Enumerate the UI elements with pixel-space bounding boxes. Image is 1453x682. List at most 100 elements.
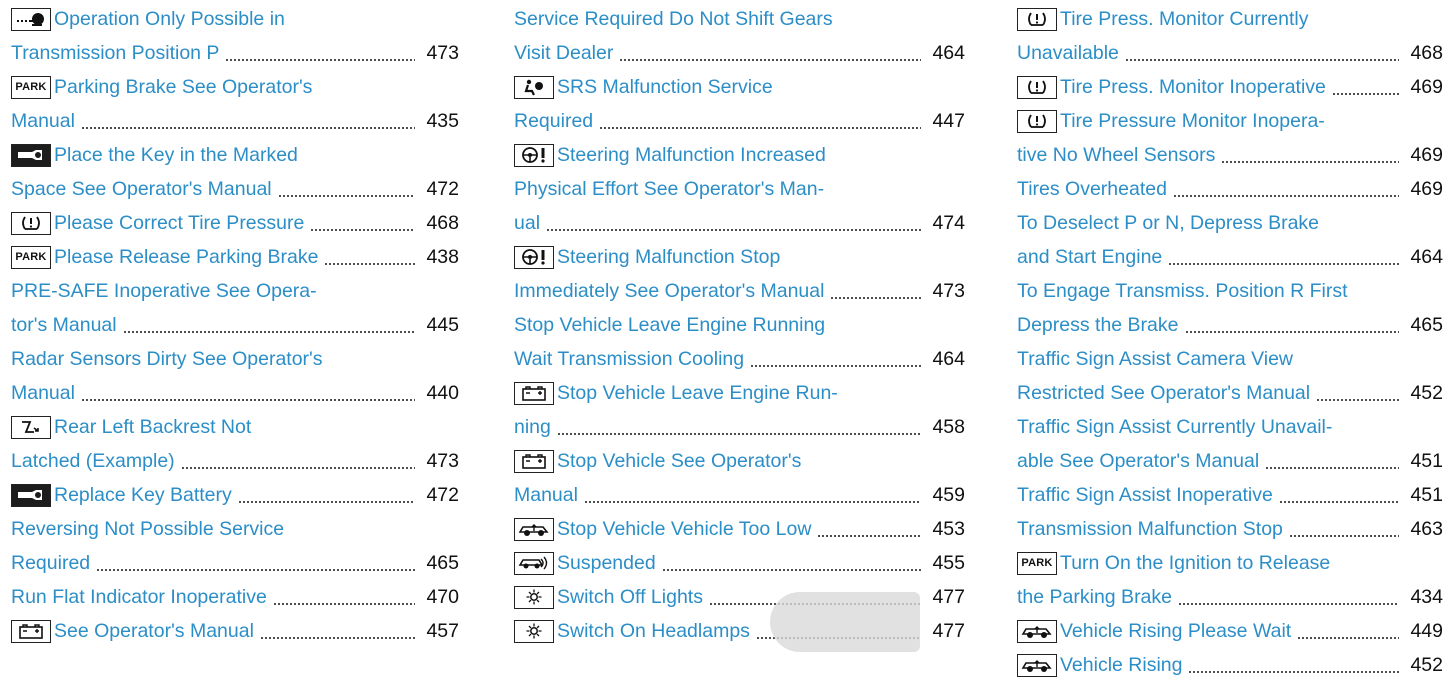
entry-text[interactable]: Run Flat Indicator Inoperative [11,580,267,614]
entry-text[interactable]: Please Correct Tire Pressure [54,206,304,240]
page-number: 434 [1410,586,1443,608]
entry-text[interactable]: Parking Brake See Operator's [54,70,312,104]
entry-text[interactable]: Wait Transmission Cooling [514,342,744,376]
index-entry-line[interactable]: Immediately See Operator's Manual 473 [514,274,965,308]
index-entry-line[interactable]: and Start Engine 464 [1017,240,1443,274]
entry-text[interactable]: Vehicle Rising [1060,648,1182,682]
entry-text[interactable]: Steering Malfunction Stop [557,240,780,274]
battery-icon [514,381,554,405]
index-entry-line[interactable]: Please Correct Tire Pressure 468 [11,206,459,240]
entry-text[interactable]: Traffic Sign Assist Camera View [1017,342,1293,376]
entry-text[interactable]: SRS Malfunction Service [557,70,773,104]
entry-text[interactable]: Traffic Sign Assist Currently Unavail- [1017,410,1332,444]
index-entry-line[interactable]: See Operator's Manual 457 [11,614,459,648]
index-entry-line[interactable]: Vehicle Rising 452 [1017,648,1443,682]
index-entry-line[interactable]: Replace Key Battery 472 [11,478,459,512]
index-entry-line[interactable]: Unavailable 468 [1017,36,1443,70]
entry-text[interactable]: tive No Wheel Sensors [1017,138,1215,172]
index-entry-line[interactable]: able See Operator's Manual 451 [1017,444,1443,478]
page-number: 464 [932,42,965,64]
index-entry-line[interactable]: Suspended 455 [514,546,965,580]
entry-text[interactable]: Tire Press. Monitor Currently [1060,2,1309,36]
page-number: 445 [426,314,459,336]
entry-text[interactable]: Tires Overheated [1017,172,1167,206]
entry-text[interactable]: the Parking Brake [1017,580,1172,614]
entry-text[interactable]: Radar Sensors Dirty See Operator's [11,342,323,376]
entry-text[interactable]: Stop Vehicle Leave Engine Running [514,308,825,342]
entry-text[interactable]: To Deselect P or N, Depress Brake [1017,206,1319,240]
index-entry-line[interactable]: Vehicle Rising Please Wait 449 [1017,614,1443,648]
index-entry-line[interactable]: Run Flat Indicator Inoperative 470 [11,580,459,614]
page-number: 453 [932,518,965,540]
entry-text[interactable]: ual [514,206,540,240]
entry-text[interactable]: and Start Engine [1017,240,1162,274]
entry-text[interactable]: Required [514,104,593,138]
index-entry-line[interactable]: Transmission Malfunction Stop 463 [1017,512,1443,546]
entry-text[interactable]: To Engage Transmiss. Position R First [1017,274,1348,308]
entry-text[interactable]: Transmission Position P [11,36,219,70]
entry-text[interactable]: Latched (Example) [11,444,175,478]
index-entry-line[interactable]: tive No Wheel Sensors 469 [1017,138,1443,172]
entry-text[interactable]: able See Operator's Manual [1017,444,1259,478]
entry-text[interactable]: Suspended [557,546,656,580]
entry-text[interactable]: Switch On Headlamps [557,614,750,648]
entry-text[interactable]: Please Release Parking Brake [54,240,318,274]
index-entry-line[interactable]: the Parking Brake 434 [1017,580,1443,614]
entry-text[interactable]: Required [11,546,90,580]
entry-text[interactable]: Traffic Sign Assist Inoperative [1017,478,1273,512]
entry-text[interactable]: See Operator's Manual [54,614,254,648]
entry-text[interactable]: Replace Key Battery [54,478,232,512]
entry-text[interactable]: Switch Off Lights [557,580,703,614]
index-entry-line[interactable]: PARK Please Release Parking Brake 438 [11,240,459,274]
entry-text[interactable]: tor's Manual [11,308,117,342]
index-entry-line[interactable]: Wait Transmission Cooling 464 [514,342,965,376]
entry-text[interactable]: Stop Vehicle Vehicle Too Low [557,512,811,546]
index-entry-line[interactable]: Required 447 [514,104,965,138]
index-entry-line[interactable]: Tires Overheated 469 [1017,172,1443,206]
entry-text[interactable]: Manual [514,478,578,512]
entry-text[interactable]: Vehicle Rising Please Wait [1060,614,1291,648]
leader-dots [556,410,922,444]
index-entry-line[interactable]: Stop Vehicle Vehicle Too Low 453 [514,512,965,546]
index-entry-line[interactable]: Latched (Example) 473 [11,444,459,478]
index-entry-line[interactable]: Transmission Position P 473 [11,36,459,70]
index-entry-line[interactable]: Required 465 [11,546,459,580]
entry-text[interactable]: Steering Malfunction Increased [557,138,826,172]
index-entry-line[interactable]: Restricted See Operator's Manual 452 [1017,376,1443,410]
entry-text[interactable]: PRE-SAFE Inoperative See Opera- [11,274,317,308]
entry-text[interactable]: Manual [11,104,75,138]
index-entry-line[interactable]: Manual 435 [11,104,459,138]
entry-text[interactable]: Physical Effort See Operator's Man- [514,172,824,206]
entry-text[interactable]: Stop Vehicle Leave Engine Run- [557,376,838,410]
entry-text[interactable]: Restricted See Operator's Manual [1017,376,1310,410]
entry-text[interactable]: ning [514,410,551,444]
page-number: 477 [932,586,965,608]
entry-text[interactable]: Depress the Brake [1017,308,1179,342]
entry-text[interactable]: Tire Press. Monitor Inoperative [1060,70,1326,104]
entry-text[interactable]: Rear Left Backrest Not [54,410,251,444]
index-entry-line[interactable]: Depress the Brake 465 [1017,308,1443,342]
entry-text[interactable]: Unavailable [1017,36,1119,70]
index-entry-line[interactable]: Manual 440 [11,376,459,410]
entry-text[interactable]: Tire Pressure Monitor Inopera- [1060,104,1325,138]
tire-pressure-icon [1017,7,1057,31]
index-entry-line[interactable]: Manual 459 [514,478,965,512]
entry-text[interactable]: Operation Only Possible in [54,2,285,36]
index-entry-line[interactable]: Space See Operator's Manual 472 [11,172,459,206]
index-entry-line[interactable]: ual 474 [514,206,965,240]
entry-text[interactable]: Visit Dealer [514,36,613,70]
index-entry-line[interactable]: Traffic Sign Assist Inoperative 451 [1017,478,1443,512]
entry-text[interactable]: Stop Vehicle See Operator's [557,444,801,478]
index-entry-line[interactable]: Visit Dealer 464 [514,36,965,70]
entry-text[interactable]: Manual [11,376,75,410]
entry-text[interactable]: Space See Operator's Manual [11,172,272,206]
entry-text[interactable]: Reversing Not Possible Service [11,512,284,546]
entry-text[interactable]: Transmission Malfunction Stop [1017,512,1283,546]
entry-text[interactable]: Immediately See Operator's Manual [514,274,824,308]
entry-text[interactable]: Turn On the Ignition to Release [1060,546,1330,580]
entry-text[interactable]: Service Required Do Not Shift Gears [514,2,833,36]
index-entry-line[interactable]: Tire Press. Monitor Inoperative 469 [1017,70,1443,104]
index-entry-line[interactable]: tor's Manual 445 [11,308,459,342]
index-entry-line[interactable]: ning 458 [514,410,965,444]
entry-text[interactable]: Place the Key in the Marked [54,138,298,172]
